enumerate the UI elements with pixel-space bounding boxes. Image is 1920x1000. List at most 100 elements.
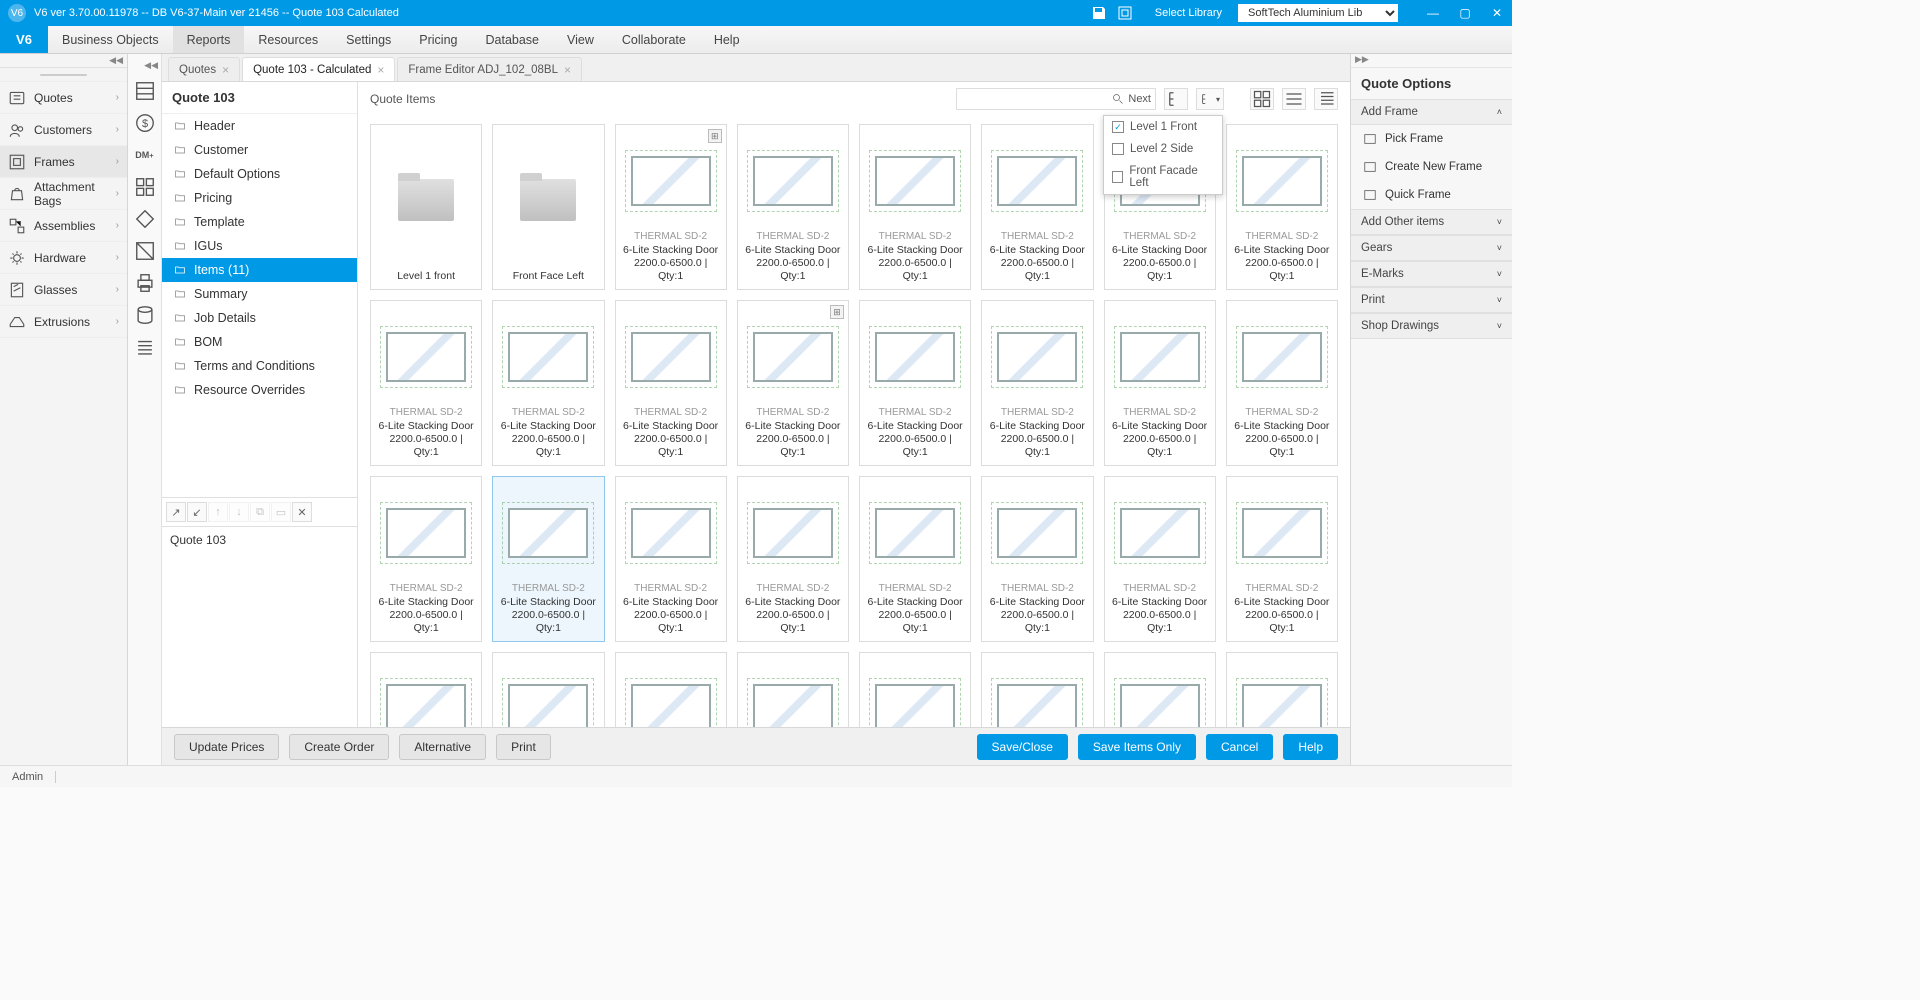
nav-attachment-bags[interactable]: Attachment Bags› [0,178,127,210]
tree-edit-icon[interactable]: ▭ [271,502,291,522]
menu-settings[interactable]: Settings [332,26,405,53]
panel-action[interactable]: Pick Frame [1351,125,1512,153]
view-detail-icon[interactable] [1314,88,1338,110]
alternative-button[interactable]: Alternative [399,734,486,760]
item-card[interactable]: THERMAL SD-26-Lite Stacking Door2200.0-6… [615,300,727,466]
search-box[interactable]: Next [956,88,1156,110]
item-card[interactable]: THERMAL SD-26-Lite Stacking Door2200.0-6… [1104,476,1216,642]
tree-down-icon[interactable]: ↓ [229,502,249,522]
library-select[interactable]: SoftTech Aluminium Library [1238,4,1398,22]
export-icon[interactable] [1117,5,1133,21]
item-card[interactable]: THERMAL SD-26-Lite Stacking Door2200.0-6… [859,300,971,466]
tab[interactable]: Frame Editor ADJ_102_08BL× [397,57,582,81]
tree-item[interactable]: IGUs [162,234,357,258]
print-button[interactable]: Print [496,734,551,760]
menu-help[interactable]: Help [700,26,754,53]
tree-item[interactable]: Customer [162,138,357,162]
tree-item[interactable]: Resource Overrides [162,378,357,402]
save-icon[interactable] [1091,5,1107,21]
item-card[interactable]: THERMAL SD-26-Lite Stacking Door2200.0-6… [737,652,849,727]
checkbox-icon[interactable] [1112,171,1123,183]
panel-section[interactable]: Add Other items˅ [1351,209,1512,235]
tree-root[interactable]: Quote 103 [162,527,357,727]
item-card[interactable]: THERMAL SD-26-Lite Stacking Door2200.0-6… [1226,300,1338,466]
sidebar-collapse-icon[interactable]: ◀◀ [0,54,127,68]
tree-delete-icon[interactable]: ✕ [292,502,312,522]
panel-action[interactable]: Quick Frame [1351,181,1512,209]
rail-icon-list[interactable] [134,80,156,102]
next-label[interactable]: Next [1128,93,1151,105]
popup-item[interactable]: Front Facade Left [1104,160,1222,194]
update-prices-button[interactable]: Update Prices [174,734,279,760]
item-card[interactable]: THERMAL SD-26-Lite Stacking Door2200.0-6… [492,476,604,642]
nav-customers[interactable]: Customers› [0,114,127,146]
nav-hardware[interactable]: Hardware› [0,242,127,274]
menu-business-objects[interactable]: Business Objects [48,26,173,53]
nav-assemblies[interactable]: Assemblies› [0,210,127,242]
panel-section[interactable]: Print˅ [1351,287,1512,313]
popup-item[interactable]: ✓Level 1 Front [1104,116,1222,138]
item-card[interactable]: THERMAL SD-26-Lite Stacking Door2200.0-6… [370,300,482,466]
tree-item[interactable]: Items (11) [162,258,357,282]
rail-icon-dm[interactable]: DM+ [134,144,156,166]
item-card[interactable]: THERMAL SD-26-Lite Stacking Door2200.0-6… [1104,652,1216,727]
cancel-button[interactable]: Cancel [1206,734,1273,760]
popup-item[interactable]: Level 2 Side [1104,138,1222,160]
tree-item[interactable]: Default Options [162,162,357,186]
menu-pricing[interactable]: Pricing [405,26,471,53]
tab-close-icon[interactable]: × [222,63,229,77]
close-icon[interactable]: ✕ [1490,6,1504,20]
panel-action[interactable]: Create New Frame [1351,153,1512,181]
menu-resources[interactable]: Resources [244,26,332,53]
checkbox-icon[interactable] [1112,143,1124,155]
item-card[interactable]: THERMAL SD-26-Lite Stacking Door2200.0-6… [1226,124,1338,290]
tree-collapse-in-icon[interactable]: ↙ [187,502,207,522]
rail-icon-lines[interactable] [134,336,156,358]
item-card[interactable]: THERMAL SD-26-Lite Stacking Door2200.0-6… [737,476,849,642]
item-card[interactable]: THERMAL SD-26-Lite Stacking Door2200.0-6… [981,476,1093,642]
rail-icon-print[interactable] [134,272,156,294]
folder-card[interactable]: Front Face Left [492,124,604,290]
menu-database[interactable]: Database [472,26,554,53]
item-card[interactable]: THERMAL SD-26-Lite Stacking Door2200.0-6… [615,652,727,727]
create-order-button[interactable]: Create Order [289,734,389,760]
tree-up-icon[interactable]: ↑ [208,502,228,522]
item-card[interactable]: THERMAL SD-26-Lite Stacking Door2200.0-6… [1226,652,1338,727]
item-card[interactable]: THERMAL SD-26-Lite Stacking Door2200.0-6… [859,476,971,642]
item-card[interactable]: THERMAL SD-26-Lite Stacking Door2200.0-6… [1226,476,1338,642]
rail-icon-diamond[interactable] [134,208,156,230]
tree-view-icon[interactable] [1164,88,1188,110]
right-panel-collapse-icon[interactable]: ▶▶ [1351,54,1512,68]
item-card[interactable]: THERMAL SD-26-Lite Stacking Door2200.0-6… [981,124,1093,290]
tree-item[interactable]: Summary [162,282,357,306]
menu-view[interactable]: View [553,26,608,53]
rail-icon-grid[interactable] [134,176,156,198]
item-card[interactable]: THERMAL SD-26-Lite Stacking Door2200.0-6… [859,124,971,290]
nav-quotes[interactable]: Quotes› [0,82,127,114]
menu-collaborate[interactable]: Collaborate [608,26,700,53]
rail-icon-db[interactable] [134,304,156,326]
item-card[interactable]: THERMAL SD-26-Lite Stacking Door2200.0-6… [737,124,849,290]
item-card[interactable]: THERMAL SD-26-Lite Stacking Door2200.0-6… [370,652,482,727]
tree-item[interactable]: Header [162,114,357,138]
rail-icon-box[interactable] [134,240,156,262]
item-card[interactable]: THERMAL SD-26-Lite Stacking Door2200.0-6… [981,300,1093,466]
item-card[interactable]: THERMAL SD-26-Lite Stacking Door2200.0-6… [1104,300,1216,466]
tree-item[interactable]: Pricing [162,186,357,210]
item-card[interactable]: THERMAL SD-26-Lite Stacking Door2200.0-6… [615,476,727,642]
help-button[interactable]: Help [1283,734,1338,760]
maximize-icon[interactable]: ▢ [1458,6,1472,20]
save-close-button[interactable]: Save/Close [977,734,1068,760]
item-card[interactable]: THERMAL SD-26-Lite Stacking Door2200.0-6… [492,652,604,727]
search-input[interactable] [961,93,1108,105]
tab[interactable]: Quotes× [168,57,240,81]
rail-collapse-icon[interactable]: ◀◀ [128,60,161,70]
tree-copy-icon[interactable]: ⧉ [250,502,270,522]
tab-close-icon[interactable]: × [377,63,384,77]
folder-card[interactable]: Level 1 front [370,124,482,290]
item-card[interactable]: THERMAL SD-26-Lite Stacking Door2200.0-6… [370,476,482,642]
menu-reports[interactable]: Reports [173,26,245,53]
panel-section[interactable]: Gears˅ [1351,235,1512,261]
tree-item[interactable]: Job Details [162,306,357,330]
item-card[interactable]: THERMAL SD-26-Lite Stacking Door2200.0-6… [981,652,1093,727]
